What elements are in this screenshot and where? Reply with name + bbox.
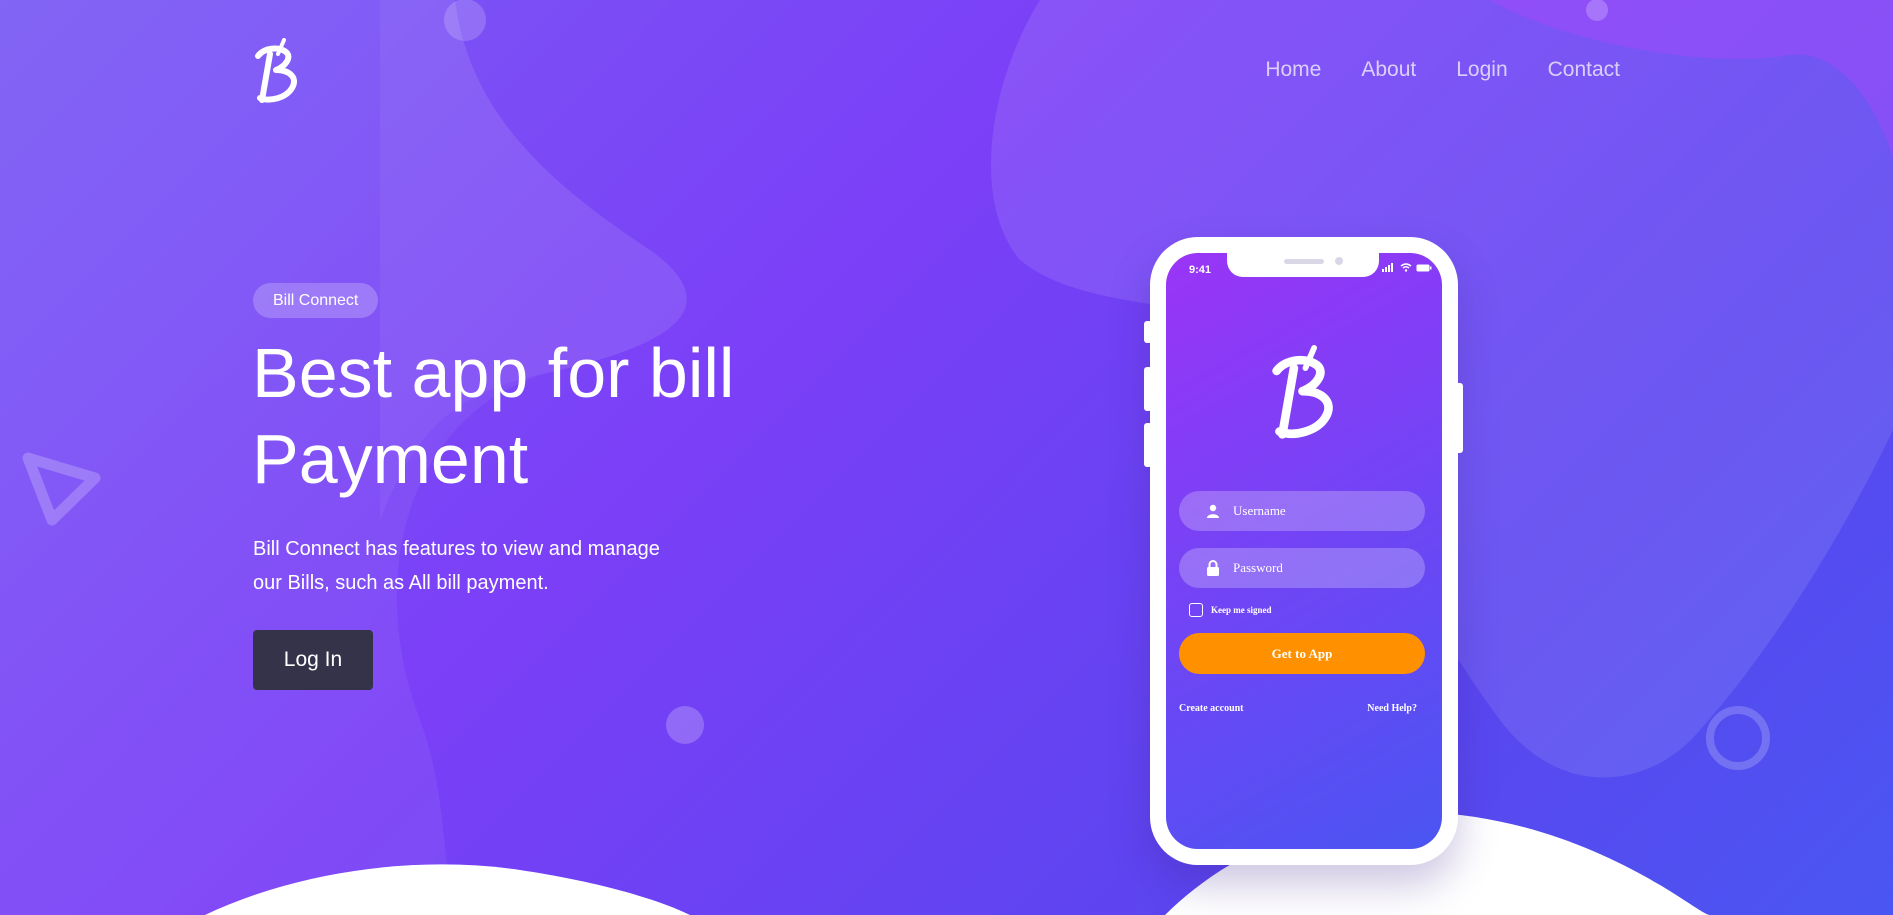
username-field[interactable]: [1179, 491, 1425, 531]
login-button[interactable]: Log In: [253, 630, 373, 690]
get-to-app-button[interactable]: Get to App: [1179, 633, 1425, 674]
hero-badge: Bill Connect: [253, 283, 379, 318]
app-logo-mark: [1272, 345, 1333, 439]
keep-signed-option[interactable]: Keep me signed: [1189, 603, 1272, 617]
app-logo-icon: [1264, 345, 1344, 443]
hero-headline-line2: Payment: [252, 420, 529, 498]
phone-mockup: 9:41 Username Keep me signed Get to App …: [1144, 237, 1463, 865]
hero-headline-line1: Best app for bill: [252, 334, 735, 412]
keep-signed-label: Keep me signed: [1211, 605, 1272, 615]
hero-description: Bill Connect has features to view and ma…: [253, 532, 683, 600]
phone-side-button: [1144, 321, 1152, 343]
password-field[interactable]: [1179, 548, 1425, 588]
logo-mark: [255, 38, 297, 103]
need-help-link[interactable]: Need Help?: [1367, 703, 1417, 714]
status-icons: [1382, 263, 1432, 272]
user-icon: [1205, 503, 1221, 519]
nav-item-about[interactable]: About: [1361, 58, 1416, 82]
username-input[interactable]: [1233, 503, 1413, 519]
status-time: 9:41: [1189, 264, 1212, 276]
hero-description-line1: Bill Connect has features to view and ma…: [253, 538, 660, 560]
wifi-icon: [1400, 263, 1412, 272]
phone-side-button: [1144, 423, 1152, 467]
phone-side-button: [1455, 383, 1463, 453]
main-nav: Home About Login Contact: [1265, 58, 1620, 82]
notch-speaker: [1284, 259, 1324, 264]
nav-item-contact[interactable]: Contact: [1548, 58, 1620, 82]
brand-logo-icon[interactable]: [250, 38, 304, 106]
nav-item-home[interactable]: Home: [1265, 58, 1321, 82]
hero-headline: Best app for bill Payment: [252, 330, 812, 502]
hero-description-line2: our Bills, such as All bill payment.: [253, 572, 549, 594]
keep-signed-checkbox[interactable]: [1189, 603, 1203, 617]
phone-notch: [1227, 253, 1379, 277]
phone-side-button: [1144, 367, 1152, 411]
signal-icon: [1382, 263, 1393, 272]
notch-camera: [1335, 257, 1343, 265]
lock-icon: [1205, 560, 1221, 576]
create-account-link[interactable]: Create account: [1179, 703, 1244, 714]
password-input[interactable]: [1233, 560, 1413, 576]
phone-screen: 9:41 Username Keep me signed Get to App …: [1166, 253, 1442, 849]
nav-item-login[interactable]: Login: [1456, 58, 1507, 82]
battery-icon: [1416, 264, 1432, 271]
